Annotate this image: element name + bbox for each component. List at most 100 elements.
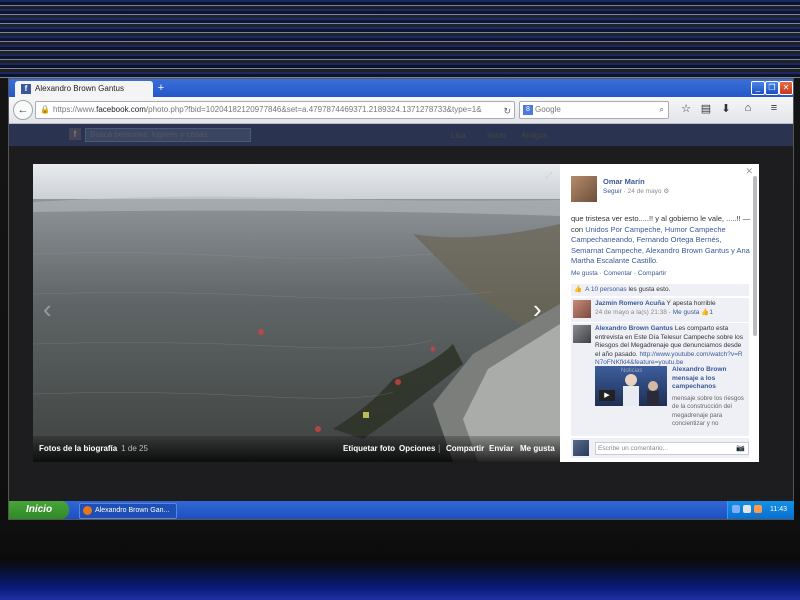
header-home[interactable]: Inicio xyxy=(487,131,506,140)
comment-input[interactable]: Escribe un comentario... 📷 xyxy=(595,442,749,455)
options-button[interactable]: Opciones xyxy=(399,444,435,453)
photo-image xyxy=(33,164,560,462)
minimize-button[interactable]: _ xyxy=(751,81,765,95)
taskbar-window-label: Alexandro Brown Gan... xyxy=(95,507,170,514)
facebook-logo-icon[interactable]: f xyxy=(69,128,81,140)
likes-count-link[interactable]: A 10 personas xyxy=(585,286,627,293)
post-date[interactable]: 24 de mayo xyxy=(628,188,662,195)
bookmark-star-icon[interactable]: ☆ xyxy=(679,102,693,115)
comment-body: Alexandro Brown Gantus Les comparto esta… xyxy=(595,325,747,368)
like-button[interactable]: Me gusta xyxy=(520,444,555,453)
restore-button[interactable]: ❐ xyxy=(765,81,779,95)
address-bar[interactable]: 🔒 https://www.facebook.com/photo.php?fbid… xyxy=(35,101,515,119)
tab-title: Alexandro Brown Gantus xyxy=(35,84,124,93)
lock-icon: 🔒 xyxy=(40,105,50,114)
comment: Alexandro Brown Gantus Les comparto esta… xyxy=(571,323,749,436)
post-author[interactable]: Omar Marín xyxy=(603,177,645,186)
video-thumbnail[interactable]: Noticias ▶ xyxy=(595,366,667,406)
search-placeholder: Google xyxy=(535,105,561,114)
search-box[interactable]: 8 Google ⌕ xyxy=(519,101,669,119)
comment-like-count[interactable]: 👍1 xyxy=(701,309,713,316)
play-icon[interactable]: ▶ xyxy=(599,390,615,401)
post-comment-link[interactable]: Comentar xyxy=(604,270,633,277)
share-button[interactable]: Compartir xyxy=(446,444,484,453)
browser-window: f Alexandro Brown Gantus + _ ❐ ✕ ← 🔒 https… xyxy=(8,78,794,520)
network-icon[interactable] xyxy=(732,505,740,513)
start-button[interactable]: Inicio xyxy=(9,501,69,519)
photo-toolbar: Fotos de la biografía 1 de 25 Etiquetar f… xyxy=(33,436,560,462)
photo-lightbox: ⤢ ‹ › Fotos de la biografía 1 de 25 Etiqu… xyxy=(33,164,759,462)
send-button[interactable]: Enviar xyxy=(489,444,513,453)
firefox-icon xyxy=(83,505,92,515)
system-tray: 11:43 xyxy=(727,501,794,519)
taskbar: Inicio Alexandro Brown Gan... 11:43 xyxy=(9,501,794,519)
magnifier-icon[interactable]: ⌕ xyxy=(660,102,664,118)
post-meta: Seguir · 24 de mayo ⚙ xyxy=(603,188,670,195)
new-tab-button[interactable]: + xyxy=(155,82,167,94)
avatar[interactable] xyxy=(573,300,591,318)
avatar[interactable] xyxy=(573,325,591,343)
comment: Jazmín Romero Acuña Y apesta horrible 24… xyxy=(571,298,749,322)
navigation-toolbar: ← 🔒 https://www.facebook.com/photo.php?fb… xyxy=(9,97,793,124)
post-text: que tristesa ver esto.....!! y al gobier… xyxy=(571,214,753,267)
photo-counter: 1 de 25 xyxy=(121,444,148,453)
google-icon: 8 xyxy=(523,104,533,115)
likes-suffix: les gusta esto. xyxy=(628,286,671,293)
close-icon[interactable]: ✕ xyxy=(745,166,753,177)
desktop-background-bottom xyxy=(0,520,800,600)
header-user[interactable]: Lisa xyxy=(451,131,466,140)
camera-icon[interactable]: 📷 xyxy=(736,443,745,454)
album-title-text: Fotos de la biografía xyxy=(39,444,118,453)
likes-summary: 👍 A 10 personas les gusta esto. xyxy=(571,284,749,296)
comment-body: Jazmín Romero Acuña Y apesta horrible 24… xyxy=(595,300,716,316)
video-preview[interactable]: Noticias ▶ Alexandro Brown mensaje a los… xyxy=(595,366,747,446)
home-icon[interactable]: ⌂ xyxy=(741,102,755,114)
next-photo-icon[interactable]: › xyxy=(533,294,542,325)
facebook-search-input[interactable]: Busca personas, lugares y cosas xyxy=(85,128,251,142)
comment-time[interactable]: 24 de mayo a la(s) 21:38 xyxy=(595,309,667,316)
comment-author[interactable]: Jazmín Romero Acuña xyxy=(595,300,665,307)
photo[interactable]: ⤢ ‹ › Fotos de la biografía 1 de 25 Etiqu… xyxy=(33,164,560,462)
menu-icon[interactable]: ≡ xyxy=(767,102,781,114)
tag-photo-button[interactable]: Etiquetar foto xyxy=(343,444,395,453)
previous-photo-icon[interactable]: ‹ xyxy=(43,294,52,325)
security-icon[interactable] xyxy=(754,505,762,513)
comment-author[interactable]: Alexandro Brown Gantus xyxy=(595,325,673,332)
taskbar-window-button[interactable]: Alexandro Brown Gan... xyxy=(79,503,177,519)
clock: 11:43 xyxy=(770,506,787,513)
thumbs-up-icon: 👍 xyxy=(574,286,583,293)
back-button[interactable]: ← xyxy=(13,100,33,120)
video-title[interactable]: Alexandro Brown mensaje a los campechano… xyxy=(672,366,747,392)
bookmarks-list-icon[interactable]: ▤ xyxy=(699,102,713,115)
facebook-icon: f xyxy=(21,83,31,94)
comment-like-link[interactable]: Me gusta xyxy=(673,309,700,316)
expand-icon[interactable]: ⤢ xyxy=(545,170,552,181)
video-channel-label: Noticias xyxy=(621,368,643,374)
follow-link[interactable]: Seguir xyxy=(603,188,622,195)
url-prefix: https://www. xyxy=(52,105,97,114)
album-title[interactable]: Fotos de la biografía 1 de 25 xyxy=(39,444,148,453)
post-like-link[interactable]: Me gusta xyxy=(571,270,598,277)
post-actions: Me gusta · Comentar · Compartir xyxy=(571,270,667,277)
post-share-link[interactable]: Compartir xyxy=(638,270,667,277)
comment-composer: Escribe un comentario... 📷 xyxy=(571,438,749,458)
separator: | xyxy=(438,443,441,453)
video-description: mensaje sobre los riesgos de la construc… xyxy=(672,395,744,428)
reload-icon[interactable]: ↻ xyxy=(503,103,511,118)
browser-tab[interactable]: f Alexandro Brown Gantus xyxy=(15,81,153,97)
avatar xyxy=(573,440,589,456)
url-domain: facebook.com xyxy=(96,105,146,114)
download-icon[interactable]: ⬇ xyxy=(719,102,733,115)
comment-placeholder: Escribe un comentario... xyxy=(598,445,669,452)
close-window-button[interactable]: ✕ xyxy=(779,81,793,95)
header-friends[interactable]: Amigos xyxy=(521,131,548,140)
audience-icon: ⚙ xyxy=(663,188,670,195)
sidebar-scrollbar[interactable] xyxy=(753,176,757,336)
tagged-people[interactable]: Unidos Por Campeche, Humor Campeche Camp… xyxy=(571,225,750,266)
volume-icon[interactable] xyxy=(743,505,751,513)
photo-sidebar: ✕ Omar Marín Seguir · 24 de mayo ⚙ que t… xyxy=(560,164,759,462)
url-path: /photo.php?fbid=10204182120977846&set=a.… xyxy=(145,105,482,114)
avatar[interactable] xyxy=(571,176,597,202)
comment-text: Y apesta horrible xyxy=(666,300,716,307)
comment-like-count-value: 1 xyxy=(709,308,713,316)
